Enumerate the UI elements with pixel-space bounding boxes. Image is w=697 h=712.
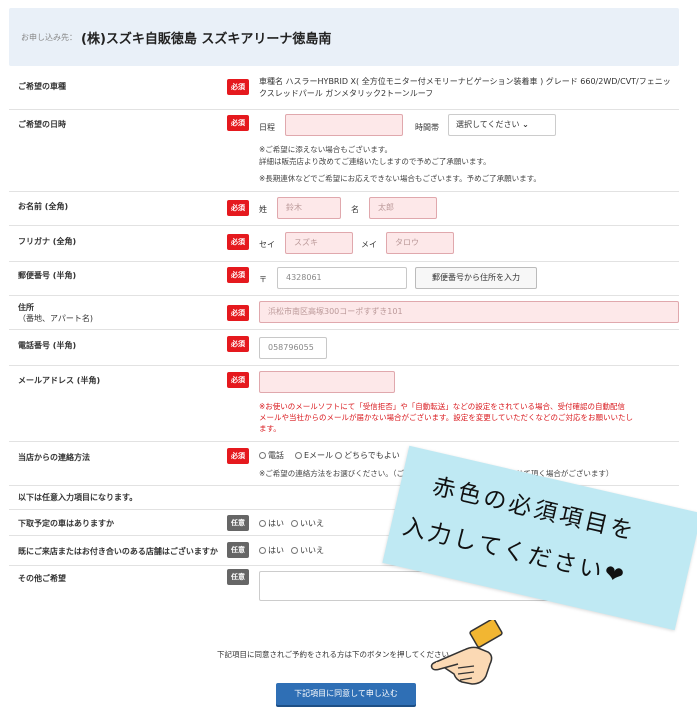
shop-name: (株)スズキ自販徳島 スズキアリーナ徳島南 xyxy=(81,32,332,47)
optional-badge: 任意 xyxy=(227,515,249,531)
vehicle-label: ご希望の車種 xyxy=(18,82,66,91)
contact-option-phone[interactable]: 電話 xyxy=(259,450,284,461)
datetime-label: ご希望の日時 xyxy=(18,120,66,129)
phone-row: 電話番号 (半角) 必須 058796055 xyxy=(9,330,679,366)
postal-label: 郵便番号 (半角) xyxy=(18,271,77,280)
chevron-down-icon: ⌄ xyxy=(522,120,529,129)
name-row: お名前 (全角) 必須 姓 鈴木 名 太郎 xyxy=(9,192,679,226)
date-label: 日程 xyxy=(259,123,275,132)
address-row: 住所 （番地、アパート名) 必須 浜松市南区高塚300コーポすずき101 xyxy=(9,296,679,330)
submit-button[interactable]: 下記項目に同意して申し込む xyxy=(276,683,416,705)
first-name-kana-input[interactable]: タロウ xyxy=(386,232,454,254)
required-badge: 必須 xyxy=(227,234,249,250)
visited-option-no[interactable]: いいえ xyxy=(291,545,324,556)
datetime-row: ご希望の日時 必須 日程 時間帯 選択してください ⌄ ※ご希望に添えない場合も… xyxy=(9,110,679,192)
vehicle-value: 車種名 ハスラーHYBRID X( 全方位モニター付メモリーナビゲーション装着車… xyxy=(259,77,671,98)
pointing-hand-icon xyxy=(430,620,503,685)
other-label: その他ご希望 xyxy=(18,574,66,583)
contact-label: 当店からの連絡方法 xyxy=(18,453,90,462)
last-name-input[interactable]: 鈴木 xyxy=(277,197,341,219)
optional-heading: 以下は任意入力項目になります。 xyxy=(18,493,138,502)
sei-kana-label: セイ xyxy=(259,240,275,249)
vehicle-row: ご希望の車種 必須 車種名 ハスラーHYBRID X( 全方位モニター付メモリー… xyxy=(9,66,679,110)
required-badge: 必須 xyxy=(227,79,249,95)
tradein-option-no[interactable]: いいえ xyxy=(291,518,324,529)
first-name-input[interactable]: 太郎 xyxy=(369,197,437,219)
furigana-label: フリガナ (全角) xyxy=(18,237,77,246)
email-label: メールアドレス (半角) xyxy=(18,376,101,385)
last-name-kana-input[interactable]: スズキ xyxy=(285,232,353,254)
required-badge: 必須 xyxy=(227,305,249,321)
address-label: 住所 （番地、アパート名) xyxy=(18,303,93,323)
postal-input[interactable]: 4328061 xyxy=(277,267,407,289)
contact-option-email[interactable]: Eメール xyxy=(295,450,333,461)
email-row: メールアドレス (半角) 必須 ※お使いのメールソフトにて「受信拒否」や「自動転… xyxy=(9,366,679,442)
visited-option-yes[interactable]: はい xyxy=(259,545,284,556)
postal-lookup-button[interactable]: 郵便番号から住所を入力 xyxy=(415,267,537,289)
postal-mark: 〒 xyxy=(259,275,267,284)
agree-text: 下記項目に同意されご予約をされる方は下のボタンを押してください。 xyxy=(217,650,457,659)
contact-option-either[interactable]: どちらでもよい xyxy=(335,450,400,461)
optional-badge: 任意 xyxy=(227,542,249,558)
phone-label: 電話番号 (半角) xyxy=(18,341,77,350)
time-label: 時間帯 xyxy=(415,123,439,132)
datetime-note: ※ご希望に添えない場合もございます。 詳細は販売店より改めてご連絡いたしますので予… xyxy=(259,145,491,166)
required-badge: 必須 xyxy=(227,372,249,388)
visited-label: 既にご来店またはお付き合いのある店舗はございますか xyxy=(18,547,218,556)
mei-kana-label: メイ xyxy=(361,240,377,249)
contact-row: 当店からの連絡方法 必須 電話 Eメール どちらでもよい ※ご希望の連絡方法をお… xyxy=(9,442,679,486)
required-badge: 必須 xyxy=(227,267,249,283)
required-badge: 必須 xyxy=(227,448,249,464)
date-input[interactable] xyxy=(285,114,403,136)
postal-row: 郵便番号 (半角) 必須 〒 4328061 郵便番号から住所を入力 xyxy=(9,262,679,296)
address-input[interactable]: 浜松市南区高塚300コーポすずき101 xyxy=(259,301,679,323)
tradein-option-yes[interactable]: はい xyxy=(259,518,284,529)
email-input[interactable] xyxy=(259,371,395,393)
email-warning: ※お使いのメールソフトにて「受信拒否」や「自動転送」などの設定をされている場合、… xyxy=(259,402,634,433)
required-badge: 必須 xyxy=(227,200,249,216)
form-header: お申し込み先： (株)スズキ自販徳島 スズキアリーナ徳島南 xyxy=(9,8,679,66)
header-prefix: お申し込み先： xyxy=(21,33,77,42)
optional-badge: 任意 xyxy=(227,569,249,585)
datetime-note-holiday: ※長期連休などでご希望にお応えできない場合もございます。予めご了承願います。 xyxy=(259,174,541,183)
tradein-label: 下取予定の車はありますか xyxy=(18,519,114,528)
required-badge: 必須 xyxy=(227,336,249,352)
phone-input[interactable]: 058796055 xyxy=(259,337,327,359)
sei-label: 姓 xyxy=(259,205,267,214)
furigana-row: フリガナ (全角) 必須 セイ スズキ メイ タロウ xyxy=(9,226,679,262)
time-select[interactable]: 選択してください ⌄ xyxy=(448,114,556,136)
required-badge: 必須 xyxy=(227,115,249,131)
mei-label: 名 xyxy=(351,205,359,214)
name-label: お名前 (全角) xyxy=(18,202,69,211)
